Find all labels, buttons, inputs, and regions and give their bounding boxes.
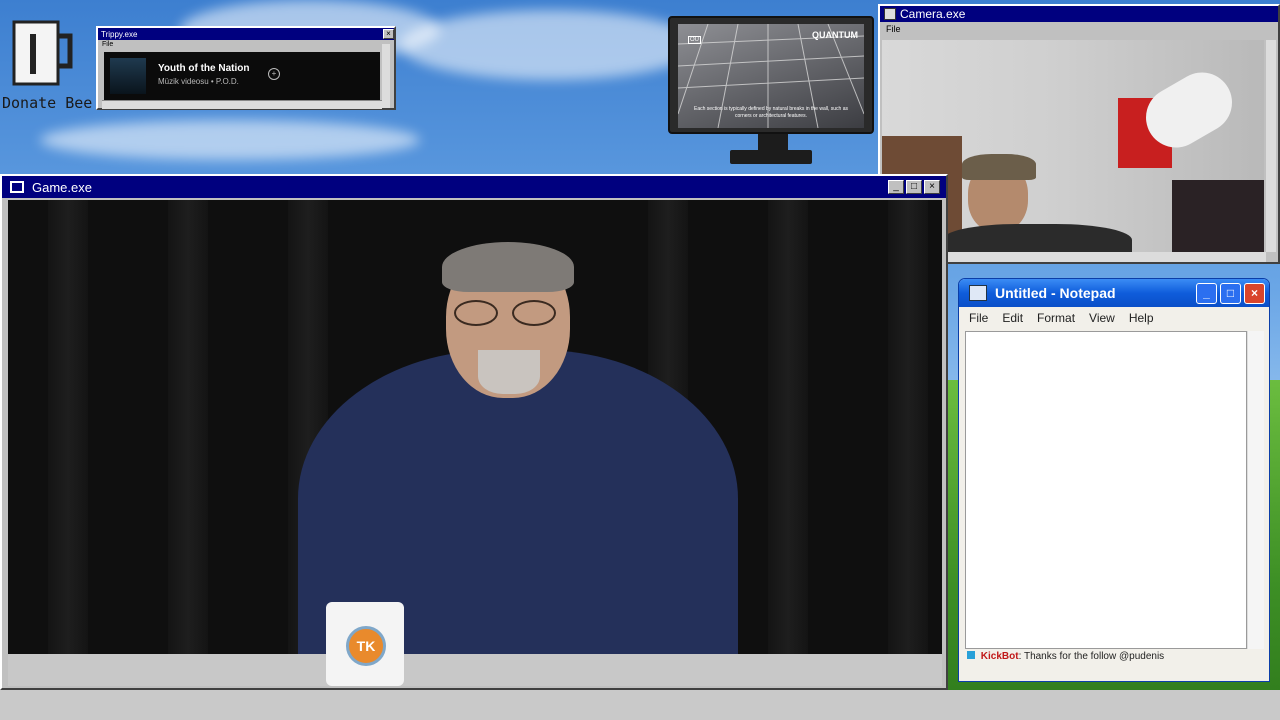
trippy-titlebar[interactable]: Trippy.exe × <box>98 28 394 40</box>
monitor-neck <box>758 134 788 150</box>
notepad-titlebar[interactable]: Untitled - Notepad _ □ × <box>959 279 1269 307</box>
close-icon[interactable]: × <box>1244 282 1265 304</box>
close-icon[interactable]: × <box>924 180 940 194</box>
curtain-fold <box>48 200 88 686</box>
game-titlebar[interactable]: Game.exe _ □ × <box>2 176 946 198</box>
person-hair <box>442 242 574 292</box>
curtain-fold <box>768 200 808 686</box>
horizontal-scrollbar[interactable] <box>102 100 382 109</box>
streamer-body <box>942 224 1132 252</box>
notepad-menubar: File Edit Format View Help <box>959 307 1269 329</box>
cloud <box>40 120 420 160</box>
notepad-text-area[interactable] <box>965 331 1247 649</box>
chat-notification: KickBot: Thanks for the follow @pudenis <box>967 651 1164 662</box>
trippy-menu-file[interactable]: File <box>98 40 394 50</box>
brand-logo: QUANTUM <box>812 30 858 40</box>
minimize-icon[interactable]: _ <box>888 180 904 194</box>
cloud <box>400 10 700 80</box>
vertical-scrollbar[interactable] <box>1266 40 1276 252</box>
trippy-title: Trippy.exe <box>101 29 138 39</box>
window-app-icon <box>10 181 24 193</box>
corner-tag: OU <box>688 36 701 44</box>
video-view[interactable]: TK <box>8 200 942 686</box>
minimize-icon[interactable]: _ <box>1196 282 1217 304</box>
coffee-mug: TK <box>326 602 404 686</box>
donate-beer-label[interactable]: Donate Bee <box>2 94 98 112</box>
chat-username: KickBot <box>980 651 1019 662</box>
desktop-floor <box>0 690 1280 720</box>
camera-titlebar[interactable]: Camera.exe <box>880 6 1278 22</box>
maximize-icon[interactable]: □ <box>1220 282 1241 304</box>
notepad-window[interactable]: Untitled - Notepad _ □ × File Edit Forma… <box>958 278 1270 682</box>
monitor-stand <box>730 150 812 164</box>
beer-mug-icon[interactable] <box>8 18 78 88</box>
maximize-icon[interactable]: □ <box>906 180 922 194</box>
song-subtitle: Müzik videosu • P.O.D. <box>158 77 239 86</box>
music-player[interactable]: Youth of the Nation Müzik videosu • P.O.… <box>104 52 380 100</box>
video-subtitle: Each section is typically defined by nat… <box>694 106 848 119</box>
chat-message: : Thanks for the follow @pudenis <box>1018 651 1165 662</box>
chat-bot-icon <box>967 651 975 659</box>
camera-title: Camera.exe <box>900 7 966 21</box>
curtain-fold <box>888 200 928 686</box>
camera-menu-file[interactable]: File <box>880 22 1278 36</box>
glasses <box>454 300 564 328</box>
notepad-app-icon <box>969 285 987 301</box>
game-title: Game.exe <box>32 179 92 195</box>
monitor-screen: OU QUANTUM Each section is typically def… <box>678 24 864 128</box>
monitor-frame: OU QUANTUM Each section is typically def… <box>668 16 874 134</box>
close-icon[interactable]: × <box>383 29 394 39</box>
vertical-scrollbar[interactable] <box>382 44 390 108</box>
menu-format[interactable]: Format <box>1037 311 1075 325</box>
vertical-scrollbar[interactable] <box>1247 331 1264 649</box>
add-to-playlist-icon[interactable]: + <box>268 68 280 80</box>
camera-app-icon <box>884 8 896 20</box>
menu-help[interactable]: Help <box>1129 311 1154 325</box>
menu-view[interactable]: View <box>1089 311 1115 325</box>
menu-edit[interactable]: Edit <box>1002 311 1023 325</box>
game-window[interactable]: Game.exe _ □ × TK <box>0 174 948 690</box>
curtain-fold <box>168 200 208 686</box>
song-title[interactable]: Youth of the Nation <box>158 63 249 74</box>
desk-surface <box>8 654 942 686</box>
album-art <box>110 58 146 94</box>
dark-cabinet <box>1172 180 1264 252</box>
trippy-window[interactable]: Trippy.exe × File Youth of the Nation Mü… <box>96 26 396 110</box>
menu-file[interactable]: File <box>969 311 988 325</box>
notepad-title: Untitled - Notepad <box>995 285 1116 301</box>
person-beard <box>478 350 540 394</box>
mug-logo: TK <box>346 626 386 666</box>
mug-logo-text: TK <box>356 638 376 654</box>
streamer-cap <box>962 154 1036 180</box>
